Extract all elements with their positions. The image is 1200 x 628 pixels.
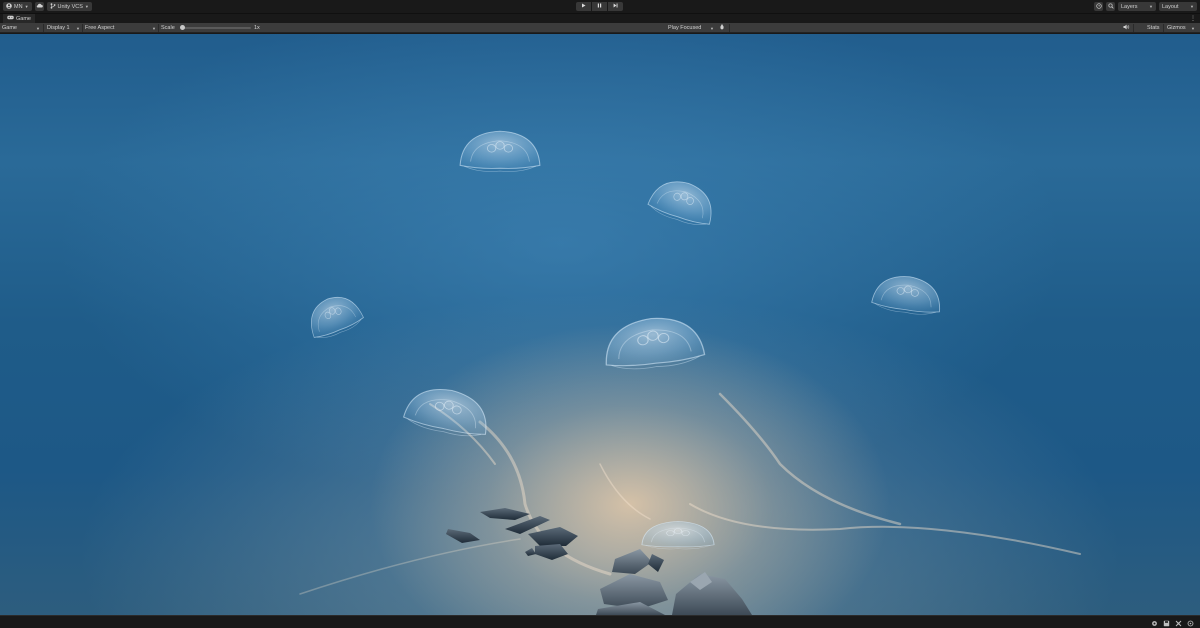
scale-label: Scale — [161, 25, 175, 31]
notifications-icon[interactable] — [1186, 619, 1194, 627]
layers-dropdown[interactable]: Layers ▼ — [1118, 2, 1156, 11]
toolbar-right: Layers ▼ Layout ▼ — [1094, 2, 1197, 11]
display-dropdown[interactable]: Display 1 ▼ — [45, 23, 82, 33]
divider — [1133, 24, 1134, 32]
search-icon — [1107, 2, 1114, 11]
display-label: Display 1 — [47, 25, 70, 31]
scale-value: 1x — [254, 25, 260, 31]
history-icon — [1095, 2, 1102, 11]
chevron-down-icon: ▼ — [24, 4, 29, 9]
cloud-button[interactable] — [34, 2, 44, 11]
window-tab-row: Game ⋮ — [0, 13, 1200, 23]
jellyfish — [302, 130, 945, 550]
play-button[interactable] — [576, 2, 591, 11]
chevron-down-icon: ▼ — [76, 25, 80, 31]
speaker-icon — [1123, 24, 1130, 32]
view-mode-dropdown[interactable]: Game ▼ — [0, 23, 42, 33]
layout-dropdown[interactable]: Layout ▼ — [1159, 2, 1197, 11]
more-options-icon[interactable]: ⋮ — [1190, 15, 1196, 22]
chevron-down-icon: ▼ — [152, 25, 156, 31]
chevron-down-icon: ▼ — [84, 4, 89, 9]
account-dropdown[interactable]: MN ▼ — [3, 2, 32, 11]
gizmos-label: Gizmos — [1167, 25, 1186, 31]
aspect-dropdown[interactable]: Free Aspect ▼ — [83, 23, 158, 33]
divider — [158, 24, 159, 32]
play-controls — [576, 2, 624, 11]
chevron-down-icon: ▼ — [1190, 4, 1194, 9]
light-caustics — [299, 392, 1081, 595]
collab-icon[interactable] — [1174, 619, 1182, 627]
scale-slider-handle[interactable] — [180, 25, 185, 30]
save-icon[interactable] — [1162, 619, 1170, 627]
divider — [1163, 24, 1164, 32]
main-toolbar: MN ▼ Unity VCS ▼ Layers ▼ Layout ▼ — [0, 0, 1200, 13]
stats-button[interactable]: Stats — [1147, 23, 1160, 33]
status-bar — [0, 615, 1200, 628]
tab-label: Game — [16, 15, 31, 22]
bug-icon — [719, 24, 725, 32]
undo-history-button[interactable] — [1094, 2, 1103, 11]
play-mode-label: Play Focused — [668, 25, 702, 31]
gamepad-icon — [7, 15, 14, 22]
mute-audio-button[interactable] — [1123, 23, 1130, 33]
layout-label: Layout — [1162, 3, 1179, 10]
tab-game[interactable]: Game — [3, 14, 35, 23]
aspect-label: Free Aspect — [85, 25, 115, 31]
version-control-dropdown[interactable]: Unity VCS ▼ — [46, 2, 92, 11]
settings-icon[interactable] — [1150, 619, 1158, 627]
version-control-label: Unity VCS — [57, 3, 83, 10]
scale-slider[interactable] — [183, 27, 251, 29]
chevron-down-icon: ▼ — [36, 25, 40, 31]
divider — [43, 24, 44, 32]
frame-debugger-button[interactable] — [719, 23, 725, 33]
account-label: MN — [14, 3, 23, 10]
game-viewport[interactable] — [0, 34, 1200, 615]
gizmos-dropdown[interactable]: Gizmos ▼ — [1165, 23, 1197, 33]
underwater-scene — [299, 130, 1081, 615]
rock-formation — [446, 508, 752, 615]
game-view-controls: Game ▼ Display 1 ▼ Free Aspect ▼ Scale 1… — [0, 23, 1200, 33]
layers-label: Layers — [1121, 3, 1138, 10]
pause-button[interactable] — [592, 2, 607, 11]
play-mode-dropdown[interactable]: Play Focused ▼ — [666, 23, 716, 33]
view-mode-label: Game — [2, 25, 17, 31]
chevron-down-icon: ▼ — [1149, 4, 1153, 9]
chevron-down-icon: ▼ — [1191, 25, 1195, 31]
chevron-down-icon: ▼ — [710, 25, 714, 31]
branch-icon — [50, 2, 56, 11]
account-icon — [6, 2, 12, 11]
pause-icon — [597, 3, 602, 10]
step-button[interactable] — [608, 2, 623, 11]
step-icon — [613, 3, 618, 10]
play-icon — [581, 3, 586, 10]
search-button[interactable] — [1106, 2, 1115, 11]
divider — [729, 24, 730, 32]
cloud-icon — [36, 3, 43, 10]
